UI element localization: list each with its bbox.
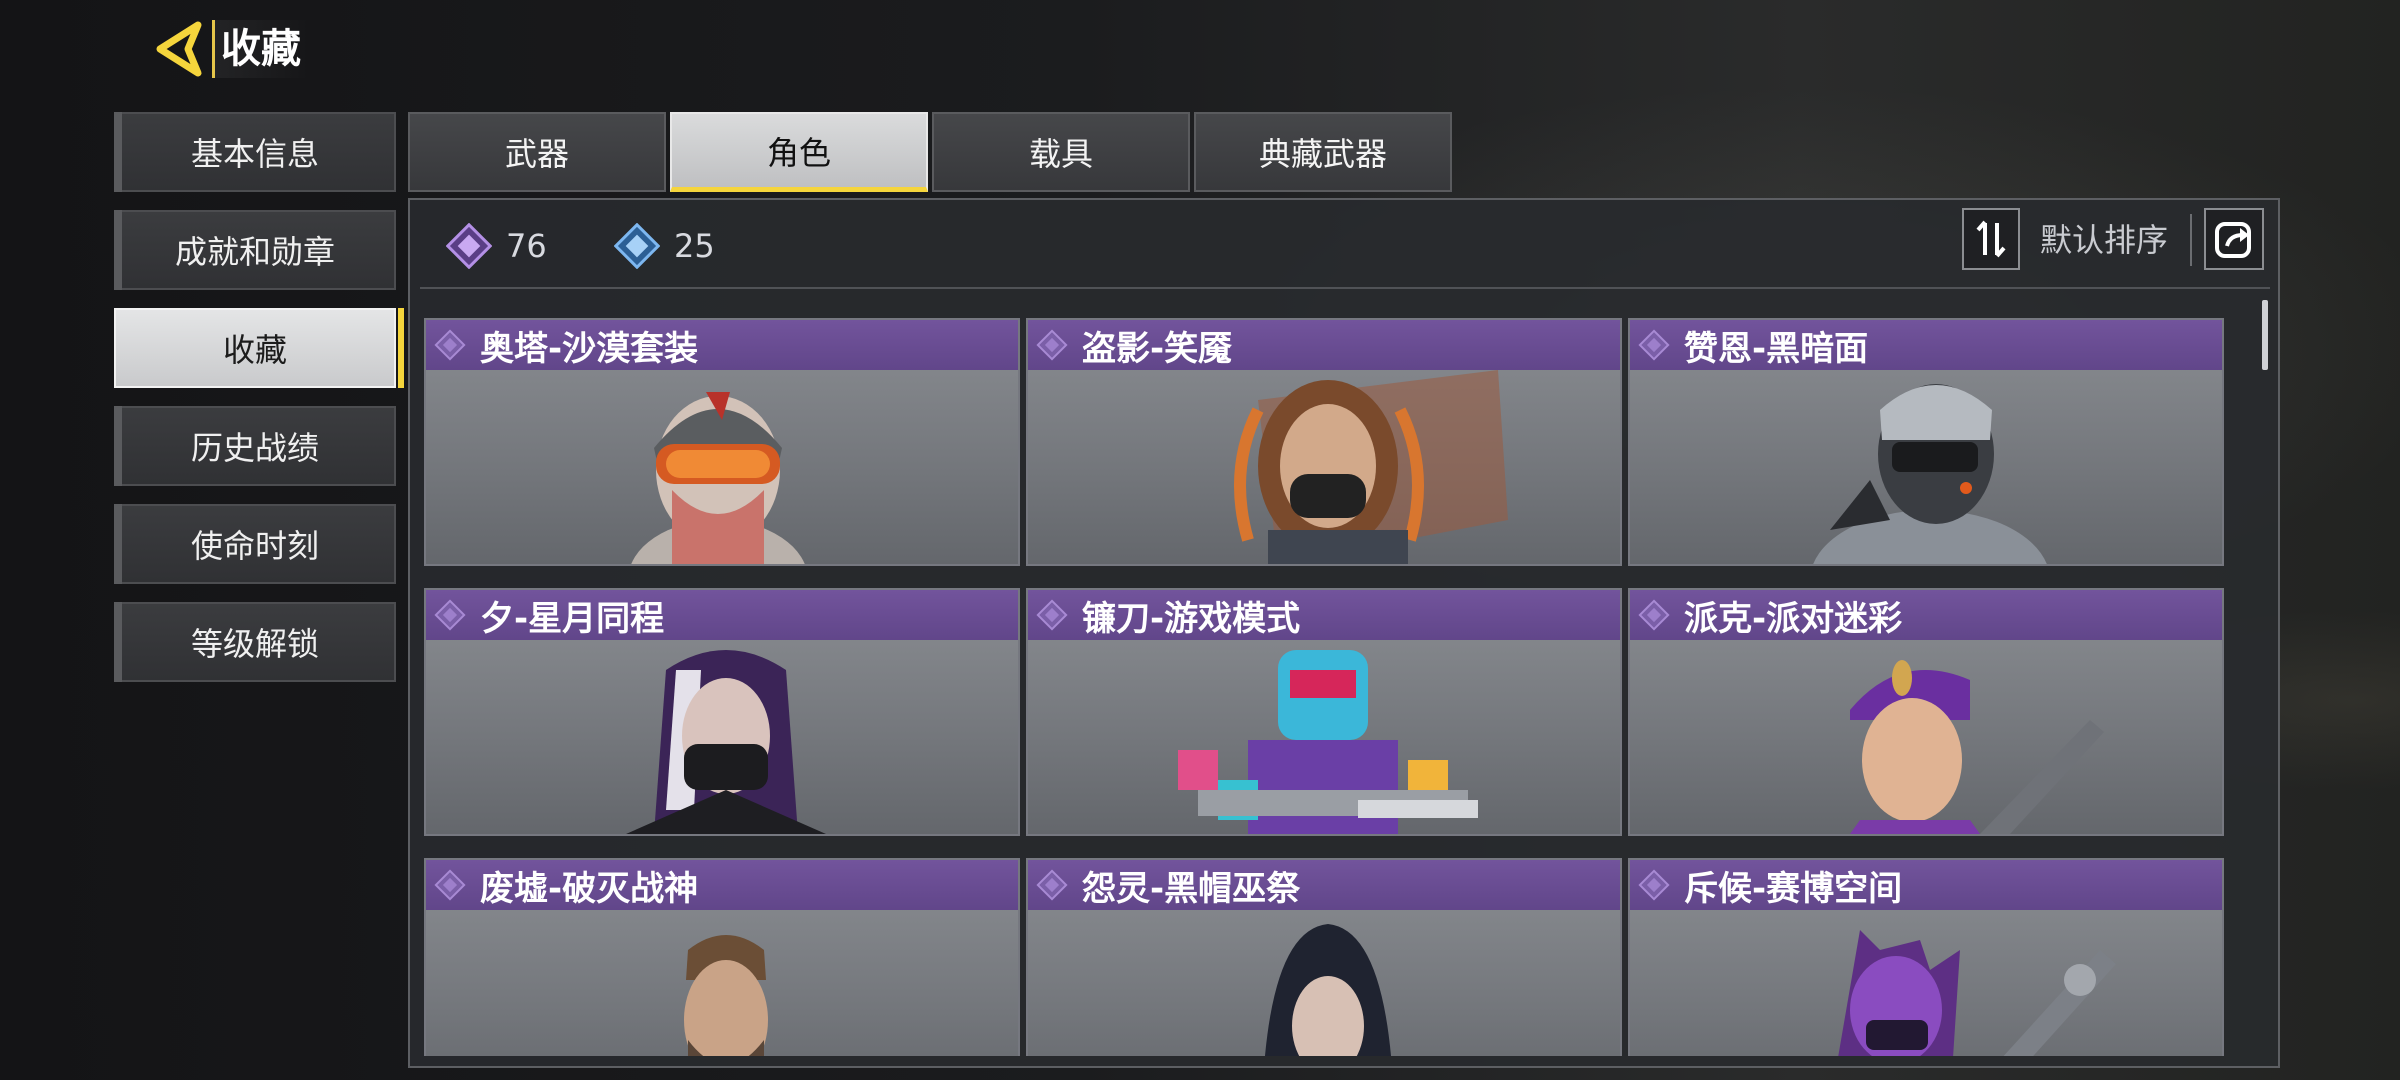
character-portrait [1630, 910, 2222, 1056]
character-portrait [1630, 640, 2222, 834]
character-portrait [426, 370, 1018, 564]
sort-toggle-button[interactable] [1962, 208, 2020, 270]
purple-count-value: 76 [506, 227, 547, 265]
sidebar-item-level-unlock[interactable]: 等级解锁 [114, 602, 396, 682]
card-header: 派克-派对迷彩 [1630, 590, 2222, 640]
character-card[interactable]: 镰刀-游戏模式 [1026, 588, 1622, 836]
tab-vehicles[interactable]: 载具 [932, 112, 1190, 192]
character-card[interactable]: 夕-星月同程 [424, 588, 1020, 836]
card-header: 赞恩-黑暗面 [1630, 320, 2222, 370]
character-card[interactable]: 盗影-笑魇 [1026, 318, 1622, 566]
card-title: 废墟-破灭战神 [480, 868, 699, 909]
card-title: 镰刀-游戏模式 [1082, 598, 1301, 639]
card-title: 夕-星月同程 [480, 598, 665, 639]
card-header: 奥塔-沙漠套装 [426, 320, 1018, 370]
card-header: 怨灵-黑帽巫祭 [1028, 860, 1620, 910]
blue-rarity-count: 25 [614, 223, 715, 269]
character-card[interactable]: 废墟-破灭战神 [424, 858, 1020, 1056]
tab-label: 武器 [504, 135, 569, 173]
character-grid: 奥塔-沙漠套装 盗影-笑魇 赞恩-黑暗面 夕-星月同程 镰刀-游戏模式 派克-派… [424, 314, 2224, 1056]
character-portrait [1028, 910, 1620, 1056]
sidebar-item-label: 成就和勋章 [174, 233, 335, 271]
character-portrait [426, 640, 1018, 834]
diamond-icon [1032, 325, 1072, 365]
card-header: 镰刀-游戏模式 [1028, 590, 1620, 640]
sidebar-item-basic-info[interactable]: 基本信息 [114, 112, 396, 192]
share-icon [2215, 222, 2251, 258]
card-title: 奥塔-沙漠套装 [480, 328, 699, 369]
tab-characters[interactable]: 角色 [670, 112, 928, 192]
card-title: 赞恩-黑暗面 [1684, 328, 1869, 369]
character-card[interactable]: 怨灵-黑帽巫祭 [1026, 858, 1622, 1056]
character-portrait [1630, 370, 2222, 564]
diamond-icon [430, 865, 470, 905]
purple-rarity-count: 76 [446, 223, 547, 269]
sidebar-item-collection[interactable]: 收藏 [114, 308, 404, 388]
card-header: 废墟-破灭战神 [426, 860, 1018, 910]
sidebar-item-label: 基本信息 [190, 135, 319, 173]
tab-label: 载具 [1028, 135, 1093, 173]
sidebar-item-label: 历史战绩 [190, 429, 319, 467]
sort-label[interactable]: 默认排序 [2040, 218, 2168, 262]
diamond-icon [1032, 865, 1072, 905]
character-portrait [1028, 370, 1620, 564]
character-card[interactable]: 斥候-赛博空间 [1628, 858, 2224, 1056]
card-header: 夕-星月同程 [426, 590, 1018, 640]
sidebar-item-history[interactable]: 历史战绩 [114, 406, 396, 486]
sidebar-item-label: 收藏 [222, 331, 287, 369]
share-button[interactable] [2204, 208, 2264, 270]
diamond-icon [1032, 595, 1072, 635]
diamond-icon [1634, 325, 1674, 365]
diamond-icon [430, 325, 470, 365]
character-card[interactable]: 奥塔-沙漠套装 [424, 318, 1020, 566]
card-title: 派克-派对迷彩 [1684, 598, 1903, 639]
blue-gem-icon [614, 223, 660, 269]
blue-count-value: 25 [674, 227, 715, 265]
character-card[interactable]: 派克-派对迷彩 [1628, 588, 2224, 836]
back-button[interactable] [148, 18, 210, 80]
diamond-icon [1634, 865, 1674, 905]
card-header: 盗影-笑魇 [1028, 320, 1620, 370]
tab-legendary-weapons[interactable]: 典藏武器 [1194, 112, 1452, 192]
sort-icon [1976, 220, 2006, 258]
sidebar-item-label: 等级解锁 [190, 625, 319, 663]
character-portrait [426, 910, 1018, 1056]
tab-label: 角色 [766, 133, 831, 172]
character-card[interactable]: 赞恩-黑暗面 [1628, 318, 2224, 566]
card-title: 盗影-笑魇 [1082, 328, 1233, 369]
tab-weapons[interactable]: 武器 [408, 112, 666, 192]
purple-gem-icon [446, 223, 492, 269]
sidebar-item-mission-moments[interactable]: 使命时刻 [114, 504, 396, 584]
card-header: 斥候-赛博空间 [1630, 860, 2222, 910]
diamond-icon [1634, 595, 1674, 635]
diamond-icon [430, 595, 470, 635]
card-title: 怨灵-黑帽巫祭 [1082, 868, 1301, 909]
divider [2190, 214, 2192, 266]
back-arrow-icon [156, 21, 202, 77]
page-title: 收藏 [212, 20, 309, 78]
card-title: 斥候-赛博空间 [1684, 868, 1903, 909]
sidebar-item-label: 使命时刻 [190, 527, 319, 565]
character-portrait [1028, 640, 1620, 834]
scrollbar-thumb[interactable] [2262, 300, 2268, 370]
sidebar-item-achievements[interactable]: 成就和勋章 [114, 210, 396, 290]
tab-label: 典藏武器 [1258, 135, 1387, 173]
